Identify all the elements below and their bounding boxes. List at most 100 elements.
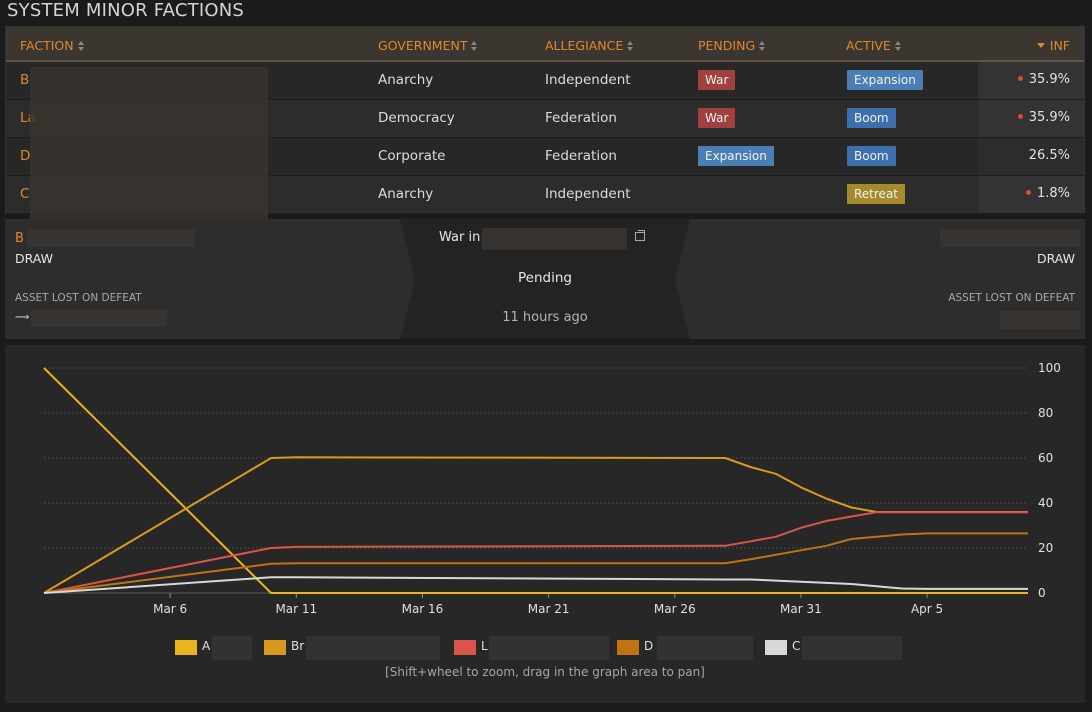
redacted-block [27,229,195,247]
war-title: War in [439,230,480,245]
government-cell: Corporate [378,148,446,164]
sort-icon [471,41,478,51]
col-faction-header[interactable]: FACTION [20,38,85,53]
sort-icon [627,41,634,51]
external-link-icon[interactable] [635,230,645,241]
war-left-result: DRAW [15,251,54,266]
y-tick-label: 20 [1038,541,1053,555]
war-right-asset-label: ASSET LOST ON DEFEAT [948,292,1075,304]
legend-label: D [644,639,654,653]
sort-desc-icon [1036,43,1045,48]
faction-name[interactable]: D [20,148,30,164]
sort-icon [759,41,766,51]
redacted-block [802,636,902,660]
x-tick-label: Mar 6 [153,602,187,616]
war-timestamp: 11 hours ago [502,310,588,325]
war-left-asset-label: ASSET LOST ON DEFEAT [15,292,142,304]
influence-chart-plot[interactable]: 0 20 40 60 80 100 Mar 6 Mar 11 Mar 16 Mar 21 Mar 2… [5,345,1085,635]
legend-swatch [264,640,286,655]
series-line-C [43,576,1028,594]
legend-label: L [481,639,488,653]
allegiance-cell: Federation [545,110,617,126]
change-dot-icon [1017,76,1023,81]
change-dot-icon [1017,114,1023,119]
influence-chart[interactable]: 0 20 40 60 80 100 Mar 6 Mar 11 Mar 16 Mar 21 Mar 2… [5,345,1085,703]
legend-swatch [617,640,639,655]
influence-value: 26.5% [1028,148,1070,163]
allegiance-cell: Federation [545,148,617,164]
influence-value: 1.8% [1025,186,1070,201]
col-inf-header[interactable]: INF [1036,38,1070,53]
war-panel: B DRAW ASSET LOST ON DEFEAT ⟿ War in Pen… [5,219,1085,339]
col-active-label: ACTIVE [846,38,891,53]
asset-icon: ⟿ [15,312,30,323]
series-line-Br [43,456,1028,594]
y-tick-label: 100 [1038,361,1061,375]
redacted-block [1000,311,1080,329]
active-state-badge: Expansion [847,70,923,90]
sort-icon [77,41,85,51]
influence-value: 35.9% [1017,72,1070,87]
y-tick-label: 0 [1038,586,1046,600]
allegiance-cell: Independent [545,72,631,88]
col-allegiance-header[interactable]: ALLEGIANCE [545,38,634,53]
col-allegiance-label: ALLEGIANCE [545,38,624,53]
col-faction-label: FACTION [20,38,74,53]
redacted-block [940,229,1080,247]
legend-label: C [792,639,801,653]
war-status: Pending [518,270,572,286]
government-cell: Anarchy [378,72,434,88]
redacted-block [31,309,167,327]
table-header: FACTION GOVERNMENT ALLEGIANCE PENDING AC… [6,27,1084,62]
pending-state-badge: War [698,70,736,90]
war-left-faction-name[interactable]: B [15,231,24,246]
allegiance-cell: Independent [545,186,631,202]
redacted-block [306,636,440,660]
redacted-block [657,636,753,660]
redacted-block [212,636,252,660]
factions-table: FACTION GOVERNMENT ALLEGIANCE PENDING AC… [5,26,1085,237]
influence-text: 35.9% [1028,72,1070,87]
government-cell: Democracy [378,110,455,126]
x-tick-label: Mar 26 [654,602,696,616]
legend-swatch [454,640,476,655]
legend-label: Br [291,639,305,653]
faction-name[interactable]: C [20,186,29,202]
faction-name[interactable]: B [20,72,29,88]
series-line-A [43,367,1028,594]
sort-icon [894,41,902,51]
active-state-badge: Boom [847,108,896,128]
war-right-result: DRAW [1036,251,1075,266]
active-state-badge: Retreat [847,184,905,204]
col-pending-header[interactable]: PENDING [698,38,766,53]
change-dot-icon [1025,190,1031,195]
influence-text: 1.8% [1036,186,1070,201]
pending-state-badge: War [698,108,736,128]
page-title: SYSTEM MINOR FACTIONS [7,0,244,21]
influence-value: 35.9% [1017,110,1070,125]
legend-label: A [202,639,211,653]
chart-legend: A Br L D C [5,636,1085,660]
x-tick-label: Mar 11 [275,602,317,616]
legend-swatch [765,640,787,655]
x-tick-label: Mar 16 [402,602,444,616]
col-government-label: GOVERNMENT [378,38,468,53]
chart-hint: [Shift+wheel to zoom, drag in the graph … [385,665,705,679]
col-active-header[interactable]: ACTIVE [846,38,902,53]
active-state-badge: Boom [847,146,896,166]
redacted-faction-names [30,67,268,237]
influence-text: 35.9% [1028,110,1070,125]
x-tick-label: Apr 5 [911,602,943,616]
x-tick-label: Mar 31 [780,602,822,616]
x-tick-label: Mar 21 [528,602,570,616]
col-inf-label: INF [1049,38,1070,53]
y-tick-label: 40 [1038,496,1053,510]
col-pending-label: PENDING [698,38,756,53]
redacted-block [489,636,609,660]
legend-swatch [175,640,197,655]
series-line-L [43,511,1028,594]
pending-state-badge: Expansion [698,146,774,166]
col-government-header[interactable]: GOVERNMENT [378,38,478,53]
war-title-text: War in [439,230,481,245]
government-cell: Anarchy [378,186,434,202]
